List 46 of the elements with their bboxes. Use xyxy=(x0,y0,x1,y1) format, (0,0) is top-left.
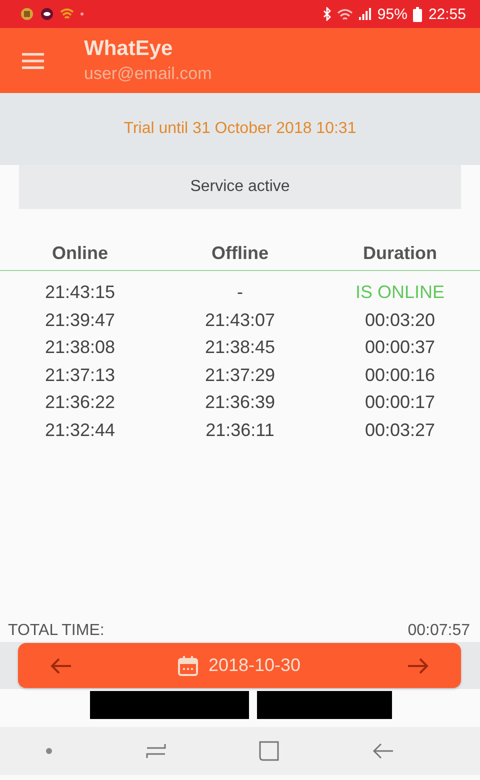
table-cell-text: 00:03:27 xyxy=(364,420,436,441)
calendar-icon xyxy=(178,656,198,676)
table-cell-text: 21:37:29 xyxy=(204,364,276,386)
table-cell-text: 21:37:13 xyxy=(44,364,116,386)
date-picker-button[interactable]: 2018-10-30 xyxy=(172,654,307,677)
dot-icon xyxy=(80,12,84,16)
column-header: Online xyxy=(50,243,109,264)
table-cell-text: 21:43:07 xyxy=(204,310,276,331)
column-header: Duration xyxy=(362,243,438,264)
table-cell-text: - xyxy=(236,282,244,304)
clock: 22:55 xyxy=(428,6,466,22)
account-email: user@email.com xyxy=(84,64,212,84)
wifi-icon xyxy=(60,7,74,21)
bluetooth-icon xyxy=(323,7,332,21)
table-cell-text: 21:32:44 xyxy=(44,420,116,441)
table-cell-text: 21:38:08 xyxy=(44,337,116,358)
table-cell-text: 21:36:11 xyxy=(204,420,276,441)
table-cell-text: 21:36:39 xyxy=(204,392,276,414)
table-cell-text: 21:38:45 xyxy=(204,337,276,358)
arrow-left-icon xyxy=(50,656,72,674)
home-icon xyxy=(259,741,280,761)
recents-icon xyxy=(144,742,167,760)
dot-icon xyxy=(46,748,52,754)
table-cell-text: 00:03:20 xyxy=(364,310,436,331)
service-status: Service active xyxy=(19,165,461,209)
menu-button[interactable] xyxy=(22,52,44,68)
total-label: TOTAL TIME: xyxy=(8,622,104,640)
back-icon xyxy=(372,742,394,760)
signal-icon xyxy=(359,8,372,20)
table-cell-text: 00:00:37 xyxy=(364,337,436,358)
battery-icon xyxy=(413,6,422,22)
chat-icon xyxy=(40,7,54,21)
column-header: Offline xyxy=(210,243,270,264)
wifi-icon xyxy=(337,8,354,20)
table-cell-text: IS ONLINE xyxy=(354,282,446,304)
arrow-right-icon xyxy=(406,656,429,674)
table-cell-text: 21:43:15 xyxy=(44,282,116,304)
trial-notice: Trial until 31 October 2018 10:31 xyxy=(124,120,356,138)
menu-icon xyxy=(22,52,44,68)
table-cell-text: 00:00:17 xyxy=(364,392,436,414)
table-cell-text: 00:00:16 xyxy=(364,364,436,386)
battery-percent: 95% xyxy=(377,6,408,22)
app-title: WhatEye xyxy=(84,37,174,61)
total-value: 00:07:57 xyxy=(408,622,470,640)
table-cell-text: 21:39:47 xyxy=(44,310,116,331)
table-cell-text: 21:36:22 xyxy=(44,392,116,414)
